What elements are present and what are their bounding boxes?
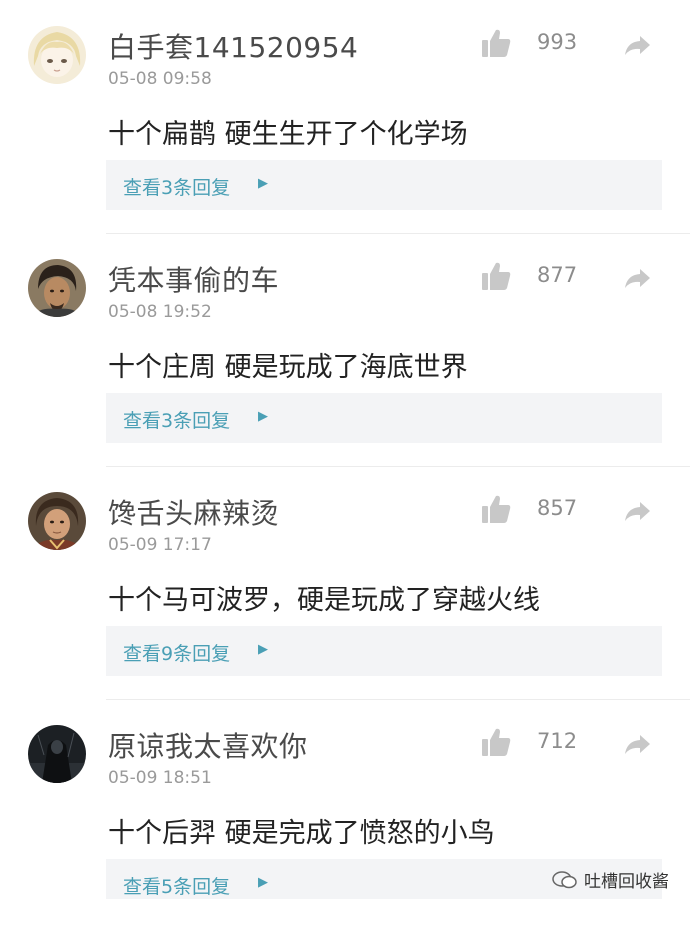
chevron-right-icon: ▶ — [258, 642, 268, 657]
timestamp: 05-09 17:17 — [108, 535, 212, 555]
share-arrow-icon[interactable] — [622, 263, 652, 293]
like-count: 877 — [537, 263, 578, 287]
dark-figure-avatar-icon — [28, 725, 86, 783]
timestamp: 05-08 09:58 — [108, 69, 212, 89]
view-replies-label: 查看3条回复 — [123, 177, 231, 199]
view-replies-button[interactable]: 查看3条回复 ▶ — [106, 160, 662, 210]
view-replies-label: 查看3条回复 — [123, 410, 231, 432]
comment-item: 馋舌头麻辣烫 05-09 17:17 857 十个马可波罗，硬是玩成了穿越火线 … — [0, 466, 690, 699]
comment-item: 原谅我太喜欢你 05-09 18:51 712 十个后羿 硬是完成了愤怒的小鸟 … — [0, 699, 690, 932]
avatar[interactable] — [28, 26, 86, 84]
avatar[interactable] — [28, 725, 86, 783]
anime-avatar-icon — [28, 26, 86, 84]
comment-text: 十个马可波罗，硬是玩成了穿越火线 — [108, 585, 540, 616]
comment-text: 十个后羿 硬是完成了愤怒的小鸟 — [108, 818, 495, 849]
watermark-text: 吐槽回收酱 — [584, 872, 669, 892]
view-replies-button[interactable]: 查看3条回复 ▶ — [106, 393, 662, 443]
like-count: 993 — [537, 30, 578, 54]
view-replies-label: 查看9条回复 — [123, 643, 231, 665]
comment-text: 十个庄周 硬是玩成了海底世界 — [108, 352, 468, 383]
username[interactable]: 原谅我太喜欢你 — [108, 725, 308, 765]
chevron-right-icon: ▶ — [258, 875, 268, 890]
avatar[interactable] — [28, 492, 86, 550]
chevron-right-icon: ▶ — [258, 176, 268, 191]
username[interactable]: 凭本事偷的车 — [108, 259, 279, 299]
timestamp: 05-08 19:52 — [108, 302, 212, 322]
view-replies-label: 查看5条回复 — [123, 876, 231, 898]
man-portrait-avatar-icon — [28, 259, 86, 317]
avatar[interactable] — [28, 259, 86, 317]
share-arrow-icon[interactable] — [622, 496, 652, 526]
comment-text: 十个扁鹊 硬生生开了个化学场 — [108, 119, 468, 150]
thumbs-up-icon[interactable] — [480, 726, 512, 758]
like-count: 857 — [537, 496, 578, 520]
like-count: 712 — [537, 729, 578, 753]
comment-item: 白手套141520954 05-08 09:58 993 十个扁鹊 硬生生开了个… — [0, 0, 690, 233]
username[interactable]: 白手套141520954 — [108, 26, 358, 66]
comment-item: 凭本事偷的车 05-08 19:52 877 十个庄周 硬是玩成了海底世界 查看… — [0, 233, 690, 466]
watermark: 吐槽回收酱 — [552, 867, 669, 892]
game-character-avatar-icon — [28, 492, 86, 550]
wechat-logo-icon — [552, 870, 577, 888]
share-arrow-icon[interactable] — [622, 30, 652, 60]
timestamp: 05-09 18:51 — [108, 768, 212, 788]
thumbs-up-icon[interactable] — [480, 493, 512, 525]
share-arrow-icon[interactable] — [622, 729, 652, 759]
view-replies-button[interactable]: 查看9条回复 ▶ — [106, 626, 662, 676]
thumbs-up-icon[interactable] — [480, 260, 512, 292]
chevron-right-icon: ▶ — [258, 409, 268, 424]
thumbs-up-icon[interactable] — [480, 27, 512, 59]
username[interactable]: 馋舌头麻辣烫 — [108, 492, 279, 532]
